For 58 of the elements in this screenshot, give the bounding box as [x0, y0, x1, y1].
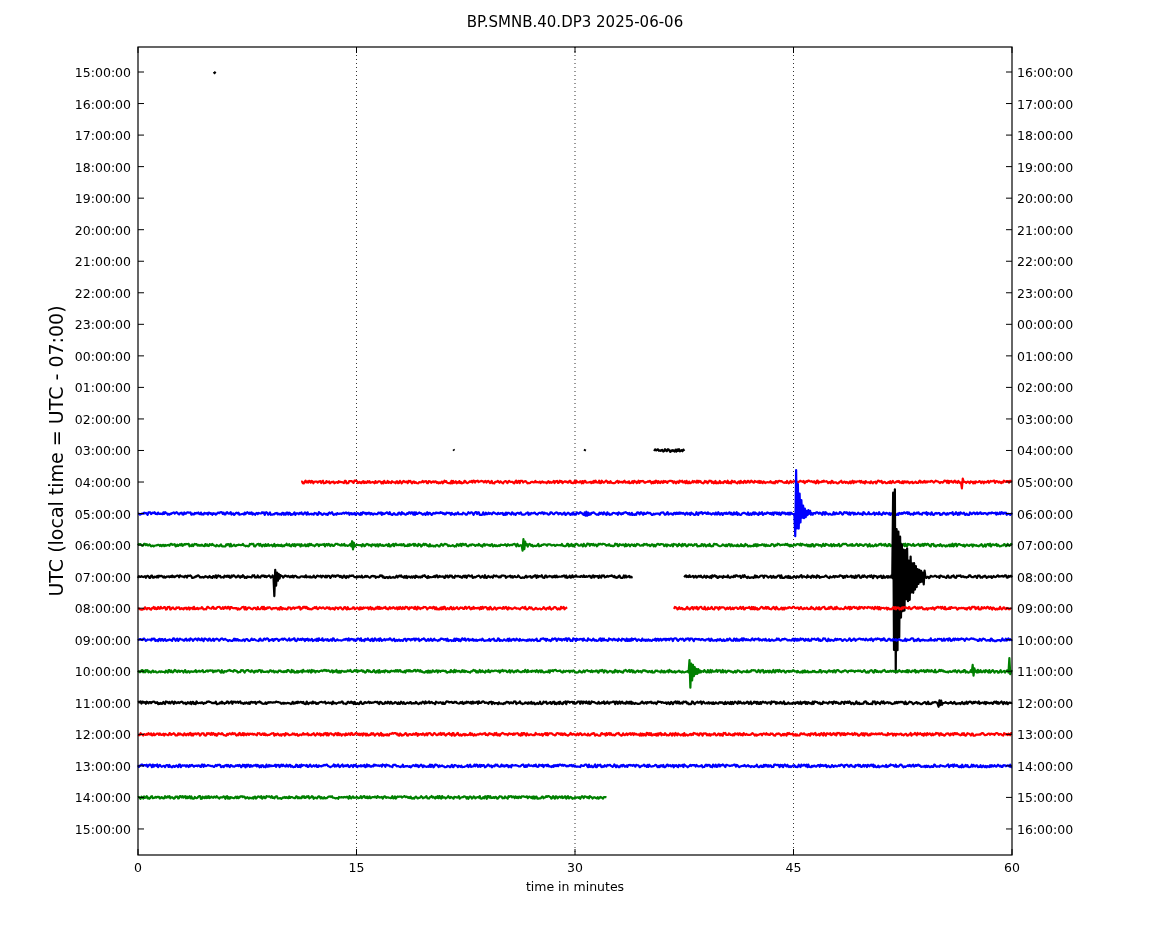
- hour-label: 19:00:00: [74, 191, 131, 207]
- hour-label: 15:00:00: [74, 821, 131, 837]
- hour-label: 07:00:00: [74, 569, 131, 585]
- hour-label: 12:00:00: [1017, 695, 1074, 711]
- hour-label: 18:00:00: [1017, 128, 1074, 144]
- hour-label: 18:00:00: [74, 159, 131, 175]
- hour-label: 15:00:00: [1017, 790, 1074, 806]
- hour-label: 07:00:00: [1017, 538, 1074, 554]
- hour-label: 03:00:00: [1017, 411, 1074, 427]
- hour-label: 00:00:00: [74, 348, 131, 364]
- hour-label: 01:00:00: [1017, 348, 1074, 364]
- hour-label: 10:00:00: [74, 664, 131, 680]
- hour-label: 08:00:00: [1017, 569, 1074, 585]
- hour-label: 06:00:00: [74, 538, 131, 554]
- hour-label: 21:00:00: [74, 254, 131, 270]
- hour-label: 17:00:00: [1017, 96, 1074, 112]
- hour-label: 12:00:00: [74, 727, 131, 743]
- hour-label: 20:00:00: [1017, 191, 1074, 207]
- hour-label: 09:00:00: [74, 632, 131, 648]
- hour-label: 09:00:00: [1017, 601, 1074, 617]
- hour-label: 13:00:00: [74, 758, 131, 774]
- hour-label: 06:00:00: [1017, 506, 1074, 522]
- hour-label: 20:00:00: [74, 222, 131, 238]
- minute-label: 15: [348, 860, 365, 875]
- hour-label: 14:00:00: [1017, 758, 1074, 774]
- hour-label: 14:00:00: [74, 790, 131, 806]
- hour-label: 05:00:00: [74, 506, 131, 522]
- hour-label: 00:00:00: [1017, 317, 1074, 333]
- hour-label: 02:00:00: [74, 411, 131, 427]
- hour-label: 04:00:00: [74, 475, 131, 490]
- hour-label: 22:00:00: [1017, 254, 1074, 270]
- plot-title: BP.SMNB.40.DP3 2025-06-06: [466, 13, 684, 31]
- minute-label: 30: [567, 860, 583, 875]
- hour-label: 22:00:00: [74, 285, 131, 301]
- hour-label: 08:00:00: [74, 601, 131, 617]
- hour-label: 05:00:00: [1017, 475, 1074, 490]
- hour-label: 01:00:00: [74, 380, 131, 396]
- x-axis-label: time in minutes: [525, 879, 625, 894]
- hour-label: 13:00:00: [1017, 727, 1074, 743]
- hour-label: 11:00:00: [1017, 664, 1074, 680]
- hour-label: 03:00:00: [74, 443, 131, 459]
- hour-label: 11:00:00: [74, 695, 131, 711]
- hour-label: 17:00:00: [74, 128, 131, 144]
- hour-label: 23:00:00: [74, 317, 131, 333]
- hour-label: 15:00:00: [74, 65, 131, 80]
- minute-label: 60: [1004, 860, 1020, 875]
- hour-label: 02:00:00: [1017, 380, 1074, 396]
- hour-label: 16:00:00: [1017, 65, 1074, 80]
- hour-label: 19:00:00: [1017, 159, 1074, 175]
- minute-label: 0: [134, 860, 142, 875]
- hour-label: 16:00:00: [1017, 821, 1074, 837]
- hour-label: 04:00:00: [1017, 443, 1074, 459]
- hour-label: 21:00:00: [1017, 222, 1074, 238]
- y-axis-label: UTC (local time = UTC - 07:00): [45, 305, 67, 597]
- minute-label: 45: [785, 860, 802, 875]
- hour-label: 10:00:00: [1017, 632, 1074, 648]
- hour-label: 23:00:00: [1017, 285, 1074, 301]
- hour-label: 16:00:00: [74, 96, 131, 112]
